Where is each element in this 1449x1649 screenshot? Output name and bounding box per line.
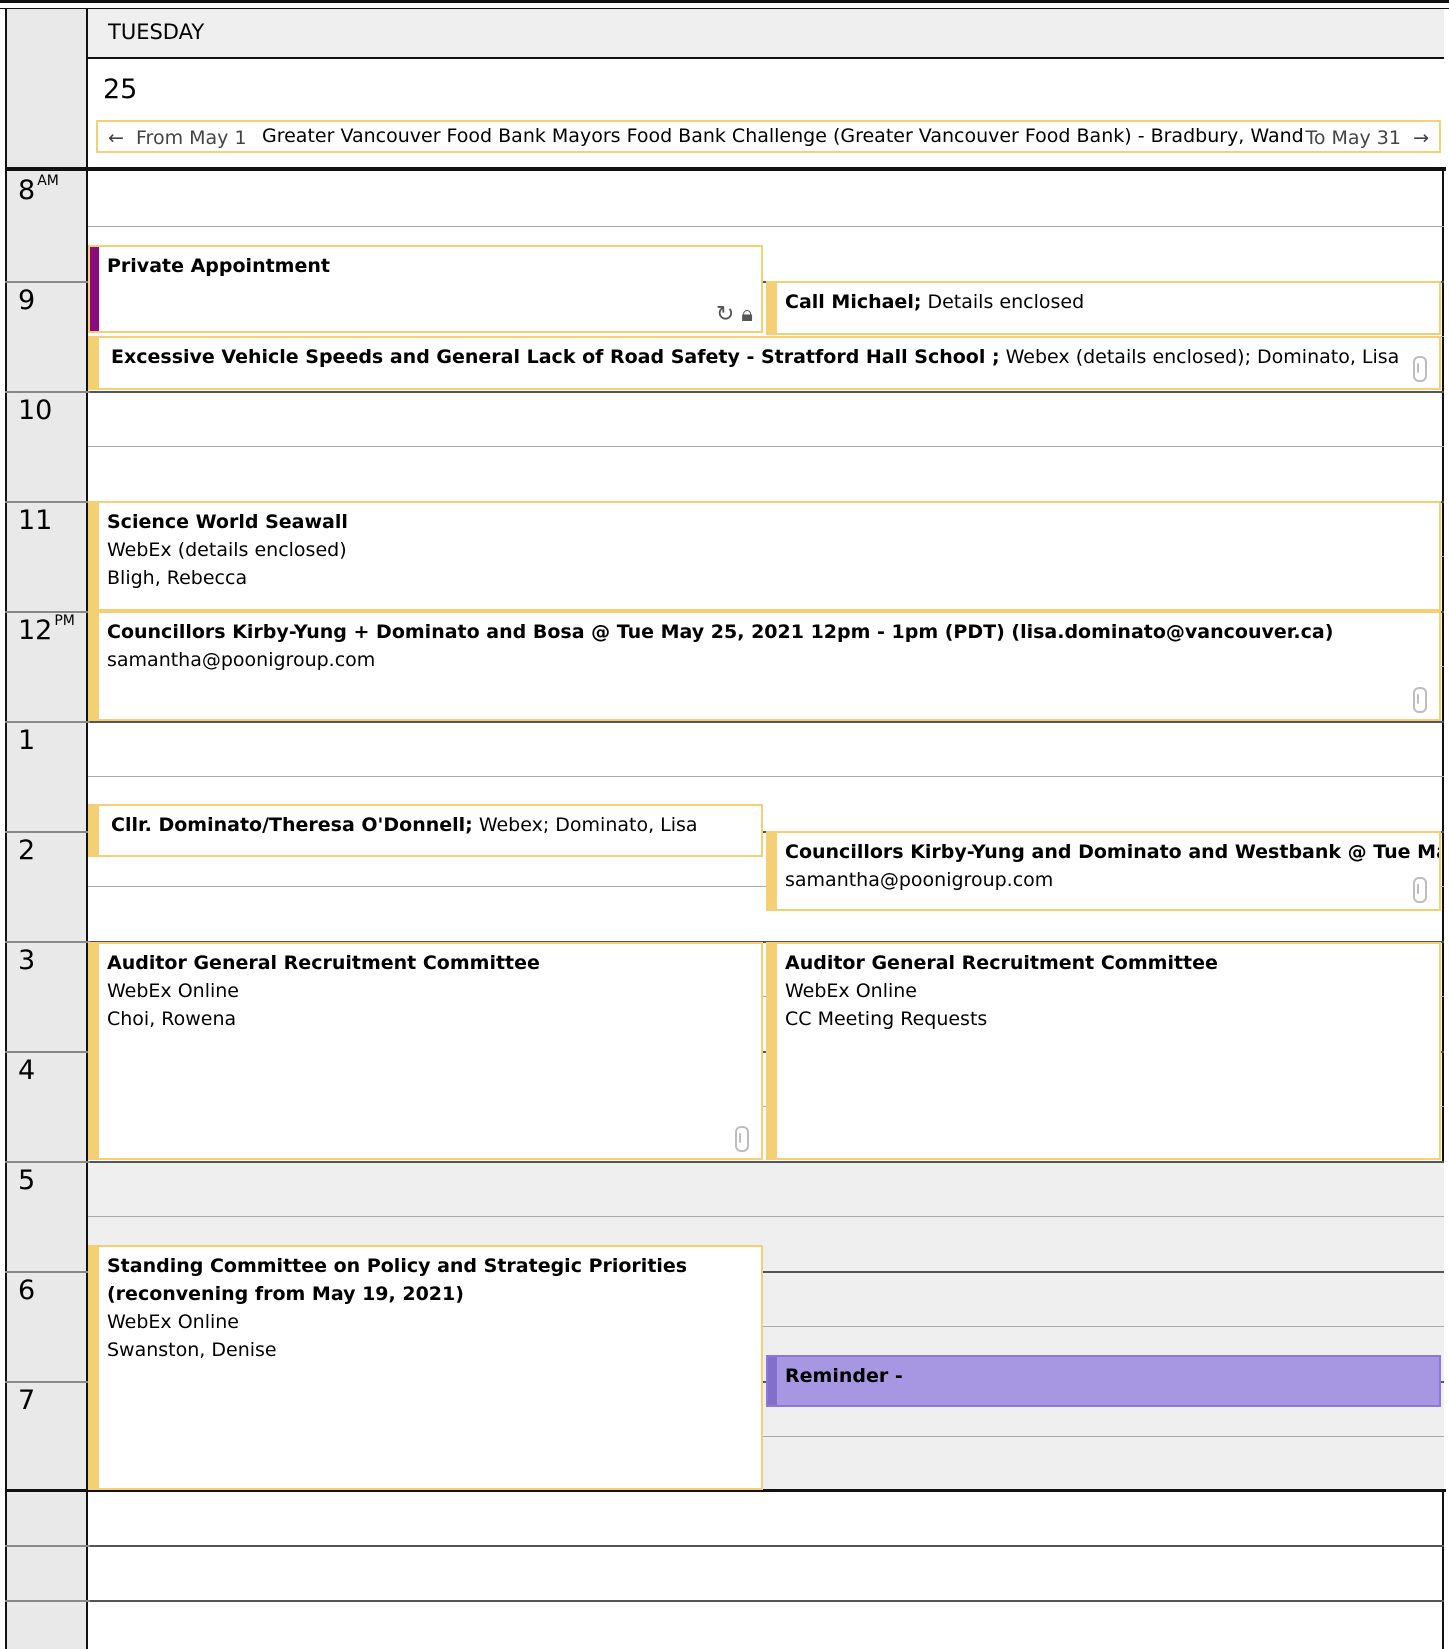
hour-label: 8 AM (18, 173, 59, 206)
hour-gridline (88, 391, 1444, 393)
gutter-gridline (5, 1545, 90, 1547)
category-bar (768, 283, 777, 333)
hour-label: 2 (18, 835, 36, 866)
hour-gridline (88, 721, 1444, 723)
gutter-gridline (5, 1161, 90, 1163)
appointment-auditor-general-1[interactable]: Auditor General Recruitment Committee We… (88, 942, 763, 1160)
appointment-title-continued: (reconvening from May 19, 2021) (107, 1283, 464, 1305)
appointment-title: Auditor General Recruitment Committee (785, 952, 1218, 974)
appointment-title: Call Michael; (785, 291, 922, 313)
appointment-science-world[interactable]: Science World Seawall WebEx (details enc… (88, 501, 1441, 611)
category-bar (90, 613, 99, 719)
attachment-icon (735, 1126, 749, 1152)
gutter-gridline (5, 611, 90, 613)
category-bar (768, 833, 777, 909)
appointment-title: Excessive Vehicle Speeds and General Lac… (111, 346, 1000, 368)
appointment-title: Standing Committee on Policy and Strateg… (107, 1255, 688, 1277)
hour-label: 5 (18, 1165, 36, 1196)
appointment-location: WebEx (details enclosed) (107, 539, 347, 561)
attachment-icon (1413, 356, 1427, 382)
hour-label: 3 (18, 945, 36, 976)
recurring-icon: ↻ (715, 302, 735, 327)
appointment-organizer: samantha@poonigroup.com (785, 869, 1054, 891)
hour-label: 12 PM (18, 613, 75, 646)
category-bar (90, 1247, 99, 1488)
appointment-detail: Webex (details enclosed); Dominato, Lisa (1005, 346, 1400, 368)
gutter-gridline (5, 1271, 90, 1273)
attachment-icon (1413, 687, 1427, 713)
appointment-private[interactable]: Private Appointment ↻ 🔒︎ (88, 245, 763, 333)
appointment-icons: ↻ 🔒︎ (716, 302, 753, 327)
category-bar (90, 944, 99, 1158)
appointment-location: WebEx Online (107, 1311, 239, 1333)
appointment-cllr-dominato[interactable]: Cllr. Dominato/Theresa O'Donnell; Webex;… (88, 804, 763, 857)
appointment-title: Science World Seawall (107, 511, 348, 533)
gutter-gridline (5, 281, 90, 283)
appointment-detail: Details enclosed (927, 291, 1085, 313)
category-bar (768, 1357, 777, 1405)
gutter-gridline (5, 391, 90, 393)
appointment-auditor-general-2[interactable]: Auditor General Recruitment Committee We… (766, 942, 1441, 1160)
hour-label: 7 (18, 1385, 36, 1416)
appointment-councillors-westbank[interactable]: Councillors Kirby-Yung and Dominato and … (766, 831, 1441, 911)
appointment-councillors-bosa[interactable]: Councillors Kirby-Yung + Dominato and Bo… (88, 611, 1441, 721)
appointment-reminder[interactable]: Reminder - (766, 1355, 1441, 1407)
all-day-to[interactable]: To May 31 → (1303, 127, 1429, 149)
hour-label: 4 (18, 1055, 36, 1086)
hour-gridline (88, 1161, 1444, 1163)
appointment-organizer: Swanston, Denise (107, 1339, 277, 1361)
date-number: 25 (103, 74, 138, 105)
appointment-standing-committee[interactable]: Standing Committee on Policy and Strateg… (88, 1245, 763, 1490)
gutter-gridline (5, 1600, 90, 1602)
attachment-icon (1413, 877, 1427, 903)
hour-label: 6 (18, 1275, 36, 1306)
half-hour-gridline (88, 446, 1444, 447)
appointment-organizer: samantha@poonigroup.com (107, 649, 376, 671)
gutter-gridline (5, 501, 90, 503)
hour-label: 1 (18, 725, 36, 756)
lock-icon: 🔒︎ (741, 302, 753, 327)
hour-label: 10 (18, 395, 53, 426)
all-day-title: Greater Vancouver Food Bank Mayors Food … (262, 125, 1316, 147)
gutter-gridline (5, 1051, 90, 1053)
half-hour-gridline (88, 1216, 1444, 1217)
appointment-title: Councillors Kirby-Yung and Dominato and … (785, 841, 1441, 863)
all-day-event[interactable]: ← From May 1 Greater Vancouver Food Bank… (96, 120, 1441, 153)
gutter-gridline (5, 721, 90, 723)
appointment-title: Private Appointment (107, 255, 330, 277)
hour-label: 11 (18, 505, 53, 536)
appointment-location: WebEx Online (107, 980, 239, 1002)
appointment-organizer: CC Meeting Requests (785, 1008, 988, 1030)
header-separator (5, 167, 1446, 171)
hour-gridline (88, 1600, 1444, 1602)
half-hour-gridline (88, 226, 1444, 227)
appointment-organizer: Choi, Rowena (107, 1008, 237, 1030)
category-bar (90, 806, 99, 855)
appointment-vehicle-speeds[interactable]: Excessive Vehicle Speeds and General Lac… (88, 336, 1441, 390)
gutter-gridline (5, 941, 90, 943)
category-bar (90, 338, 99, 388)
category-bar (90, 247, 99, 331)
appointment-title: Reminder - (785, 1365, 903, 1387)
date-header[interactable] (88, 59, 1444, 170)
appointment-organizer: Bligh, Rebecca (107, 567, 248, 589)
category-bar (90, 503, 99, 609)
arrow-right-icon: → (1413, 127, 1429, 149)
appointment-title: Councillors Kirby-Yung + Dominato and Bo… (107, 621, 1334, 643)
gutter-gridline (5, 1381, 90, 1383)
appointment-location: WebEx Online (785, 980, 917, 1002)
appointment-title: Cllr. Dominato/Theresa O'Donnell; (111, 814, 473, 836)
gutter-gridline (5, 831, 90, 833)
half-hour-gridline (88, 776, 1444, 777)
hour-gridline (88, 1545, 1444, 1547)
arrow-left-icon: ← (108, 127, 124, 149)
hour-label: 9 (18, 285, 36, 316)
appointment-title: Auditor General Recruitment Committee (107, 952, 540, 974)
appointment-call-michael[interactable]: Call Michael; Details enclosed (766, 281, 1441, 335)
category-bar (768, 944, 777, 1158)
day-name-header: TUESDAY (88, 9, 1444, 59)
appointment-detail: Webex; Dominato, Lisa (478, 814, 698, 836)
top-border (0, 0, 1449, 9)
all-day-from[interactable]: ← From May 1 (108, 127, 247, 149)
